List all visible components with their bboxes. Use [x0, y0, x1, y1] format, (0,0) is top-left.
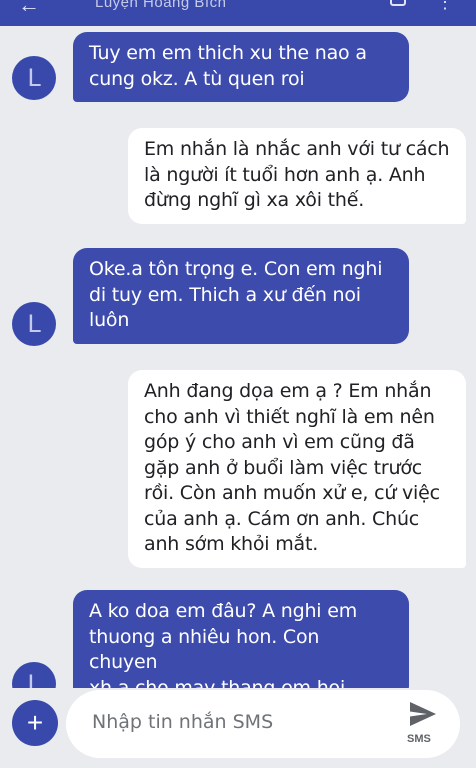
call-icon[interactable]	[390, 0, 406, 6]
message-input-placeholder: Nhập tin nhắn SMS	[92, 711, 274, 733]
composer-bar: + Nhập tin nhắn SMS SMS	[0, 688, 476, 768]
contact-avatar[interactable]: L	[12, 56, 56, 100]
send-sms-label: SMS	[407, 733, 431, 745]
contact-avatar[interactable]: L	[12, 302, 56, 346]
message-outgoing[interactable]: Em nhắn là nhắc anh với tư cách là người…	[128, 128, 466, 224]
message-incoming[interactable]: Oke.a tôn trọng e. Con em nghi di tuy em…	[73, 248, 409, 344]
message-input[interactable]: Nhập tin nhắn SMS SMS	[66, 690, 460, 758]
back-arrow-icon[interactable]: ←	[18, 0, 40, 18]
message-incoming[interactable]: A ko doa em đâu? A nghi em thuong a nhiê…	[73, 590, 409, 700]
contact-name[interactable]: Luyện Hoàng Bích	[95, 0, 226, 11]
send-icon	[410, 702, 436, 726]
add-attachment-button[interactable]: +	[12, 700, 58, 746]
send-sms-button[interactable]: SMS	[404, 700, 444, 748]
app-bar: ← Luyện Hoàng Bích ⋮	[0, 0, 476, 26]
plus-icon: +	[26, 707, 44, 738]
message-outgoing[interactable]: Anh đang dọa em ạ ? Em nhắn cho anh vì t…	[128, 370, 466, 568]
more-options-icon[interactable]: ⋮	[436, 0, 454, 13]
message-incoming[interactable]: Tuy em em thich xu the nao a cung okz. A…	[73, 32, 409, 102]
